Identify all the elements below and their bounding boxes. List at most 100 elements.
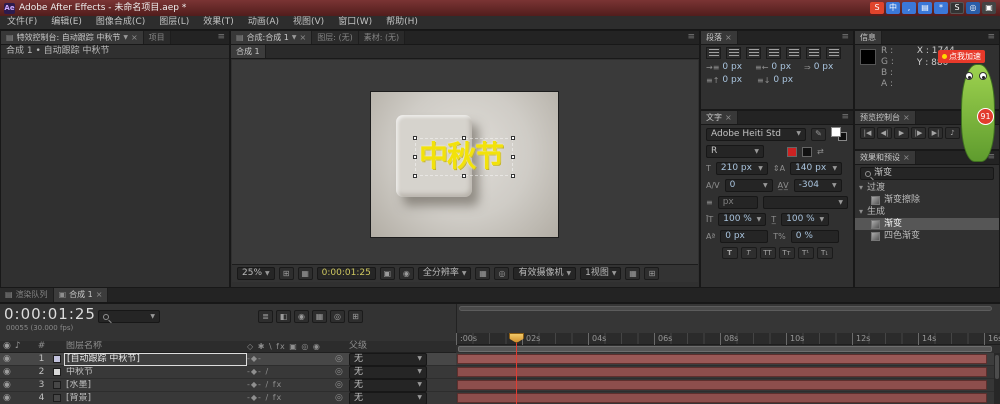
composition-viewer[interactable]: 中秋节 <box>232 60 698 264</box>
menu-edit[interactable]: 编辑(E) <box>44 16 89 30</box>
resolution-select[interactable]: 全分辨率▼ <box>418 267 472 280</box>
layer-name[interactable]: [背景] <box>64 393 247 404</box>
ime-tools-icon[interactable]: * <box>934 2 948 14</box>
close-icon[interactable]: × <box>725 34 732 42</box>
menu-composition[interactable]: 图像合成(C) <box>89 16 152 30</box>
layer-switches[interactable]: -◆- / fx <box>247 394 335 402</box>
draft-3d-icon[interactable]: ◧ <box>276 310 291 323</box>
preset-gradient-wipe[interactable]: 渐变擦除 <box>855 194 999 206</box>
layer-bar-row-4[interactable] <box>456 392 1000 404</box>
tab-effects-presets[interactable]: 效果和预设 × <box>855 151 916 164</box>
timeline-flow-icon[interactable]: ⊞ <box>644 267 659 280</box>
justify-all-button[interactable] <box>826 47 841 59</box>
layer-row-4[interactable]: ◉ 4 [背景] -◆- / fx ◎ 无▼ <box>0 392 456 404</box>
tab-render-queue[interactable]: ▤ 渲染队列 <box>0 288 54 302</box>
layer-switches[interactable]: -◆- / fx <box>247 381 335 389</box>
close-icon[interactable]: × <box>903 154 910 162</box>
preset-four-color-gradient[interactable]: 四色渐变 <box>855 230 999 242</box>
layer-name[interactable]: [水墨] <box>64 380 247 391</box>
layer-duration-bar[interactable] <box>457 367 987 377</box>
layer-row-2[interactable]: ◉ 2 中秋节 -◆- / ◎ 无▼ <box>0 366 456 379</box>
justify-last-center-button[interactable] <box>786 47 801 59</box>
motion-blur-icon[interactable]: ◎ <box>330 310 345 323</box>
all-caps-button[interactable]: TT <box>760 247 776 259</box>
panel-menu-icon[interactable]: ≡ <box>983 31 999 44</box>
mini-flowchart-icon[interactable]: ≣ <box>258 310 273 323</box>
scrollbar-thumb[interactable] <box>995 355 999 379</box>
safe-zones-icon[interactable]: ⊞ <box>279 267 294 280</box>
snapshot-icon[interactable]: ▣ <box>380 267 395 280</box>
tab-composition[interactable]: ▤ 合成:合成 1 ▼ × <box>231 31 312 44</box>
graph-editor-icon[interactable]: ⊞ <box>348 310 363 323</box>
panel-menu-icon[interactable]: ≡ <box>837 111 853 124</box>
font-style-select[interactable]: R▼ <box>706 145 764 158</box>
timeline-search-input[interactable]: ▼ <box>98 310 160 323</box>
label-color-swatch[interactable] <box>53 381 61 389</box>
transparency-grid-icon[interactable]: ◎ <box>494 267 509 280</box>
previous-frame-button[interactable]: ◀| <box>877 127 892 139</box>
menu-animation[interactable]: 动画(A) <box>241 16 286 30</box>
parent-select[interactable]: 无▼ <box>349 353 427 366</box>
mascot-character[interactable]: 91 <box>957 64 999 162</box>
selection-handle[interactable] <box>413 174 417 178</box>
layer-bar-row-3[interactable] <box>456 379 1000 392</box>
parent-select[interactable]: 无▼ <box>349 392 427 404</box>
selection-handle[interactable] <box>413 155 417 159</box>
pixel-aspect-icon[interactable]: ▦ <box>625 267 640 280</box>
selection-handle[interactable] <box>462 174 466 178</box>
parent-select[interactable]: 无▼ <box>349 366 427 379</box>
switches-column-header[interactable]: ◇ ✱ \ fx ▣ ◎ ◉ <box>247 343 335 351</box>
menu-help[interactable]: 帮助(H) <box>379 16 425 30</box>
label-color-swatch[interactable] <box>53 394 61 402</box>
ime-keyboard-icon[interactable]: ▤ <box>918 2 932 14</box>
menu-file[interactable]: 文件(F) <box>0 16 44 30</box>
selection-handle[interactable] <box>511 174 515 178</box>
indent-left-field[interactable]: →≡0 px <box>706 63 750 72</box>
first-line-indent-field[interactable]: ⇒0 px <box>804 63 848 72</box>
fill-over-stroke-swatch[interactable] <box>802 147 812 157</box>
time-ruler[interactable]: :00s 02s 04s 06s 08s 10s 12s 14s 16s <box>456 333 1000 345</box>
category-generate[interactable]: ▾ 生成 <box>855 206 999 218</box>
mascot-91-badge[interactable]: 91 <box>977 108 994 125</box>
grid-icon[interactable]: ▦ <box>298 267 313 280</box>
current-time-indicator-line[interactable] <box>516 333 517 404</box>
panel-menu-icon[interactable]: ≡ <box>837 31 853 44</box>
pickwhip-icon[interactable]: ◎ <box>335 355 349 364</box>
close-icon[interactable]: × <box>131 34 138 42</box>
tab-timeline-comp1[interactable]: ▣ 合成 1 × <box>54 288 109 302</box>
eyedropper-icon[interactable]: ✎ <box>811 128 826 141</box>
align-center-button[interactable] <box>726 47 741 59</box>
tray-misc-icon[interactable]: ◎ <box>966 2 980 14</box>
selection-handle[interactable] <box>413 136 417 140</box>
tracking-field[interactable]: -304▼ <box>794 179 842 192</box>
hide-shy-layers-icon[interactable]: ◉ <box>294 310 309 323</box>
tab-character[interactable]: 文字 × <box>701 111 738 124</box>
layer-switches[interactable]: -◆- <box>247 355 335 363</box>
channels-icon[interactable]: ◉ <box>399 267 414 280</box>
region-of-interest-icon[interactable]: ▦ <box>475 267 490 280</box>
layer-switches[interactable]: -◆- / <box>247 368 335 376</box>
close-icon[interactable]: × <box>725 114 732 122</box>
align-left-button[interactable] <box>706 47 721 59</box>
subscript-button[interactable]: T₁ <box>817 247 833 259</box>
proportional-field[interactable]: 0 % <box>791 230 839 243</box>
tray-app-icon[interactable]: S <box>950 2 964 14</box>
zoom-select[interactable]: 25%▼ <box>237 267 275 280</box>
align-right-button[interactable] <box>746 47 761 59</box>
selection-handle[interactable] <box>511 155 515 159</box>
presets-search-input[interactable]: 渐变 <box>860 167 994 180</box>
preset-ramp-selected[interactable]: 渐变 <box>855 218 999 230</box>
faux-italic-button[interactable]: T <box>741 247 757 259</box>
space-before-field[interactable]: ≡↑0 px <box>706 76 752 85</box>
play-button[interactable]: ▶ <box>894 127 909 139</box>
eye-icon[interactable]: ◉ <box>3 368 11 377</box>
layer-bar-row-1[interactable] <box>456 353 1000 366</box>
font-size-field[interactable]: 210 px▼ <box>716 162 768 175</box>
parent-column-header[interactable]: 父级 <box>349 342 456 351</box>
chevron-down-icon[interactable]: ▼ <box>123 35 128 41</box>
small-caps-button[interactable]: Tᴛ <box>779 247 795 259</box>
tsume-select[interactable]: ▼ <box>763 196 848 209</box>
justify-last-left-button[interactable] <box>766 47 781 59</box>
layer-row-3[interactable]: ◉ 3 [水墨] -◆- / fx ◎ 无▼ <box>0 379 456 392</box>
close-icon[interactable]: × <box>96 291 103 299</box>
